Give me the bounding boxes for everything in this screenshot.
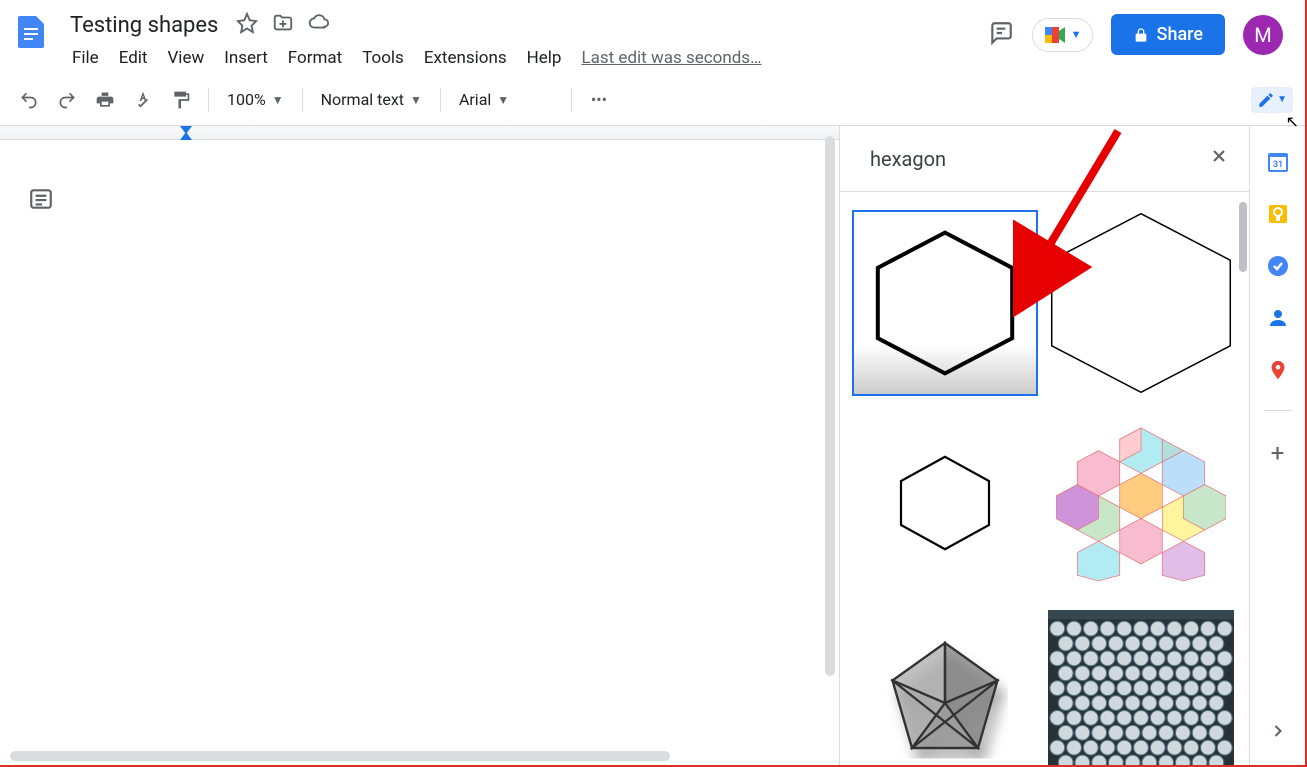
search-result-6[interactable] bbox=[1048, 610, 1234, 765]
lock-icon bbox=[1133, 27, 1149, 43]
menu-view[interactable]: View bbox=[159, 44, 212, 72]
menu-extensions[interactable]: Extensions bbox=[416, 44, 515, 72]
tasks-addon[interactable] bbox=[1266, 254, 1290, 278]
get-addons-button[interactable]: + bbox=[1271, 439, 1285, 467]
menu-insert[interactable]: Insert bbox=[216, 44, 276, 72]
menu-help[interactable]: Help bbox=[519, 44, 570, 72]
menu-tools[interactable]: Tools bbox=[354, 44, 412, 72]
pencil-icon bbox=[1257, 91, 1275, 109]
star-icon[interactable] bbox=[236, 12, 258, 38]
zoom-select[interactable]: 100%▼ bbox=[219, 90, 292, 109]
editing-mode-button[interactable]: ▼ ↖ bbox=[1251, 87, 1293, 113]
more-toolbar-button[interactable]: ••• bbox=[582, 83, 616, 117]
document-title[interactable]: Testing shapes bbox=[64, 11, 224, 40]
panel-scrollbar[interactable] bbox=[1239, 202, 1247, 272]
sidepanel-separator bbox=[1264, 410, 1292, 411]
docs-logo[interactable] bbox=[12, 8, 52, 56]
search-result-4[interactable] bbox=[1048, 410, 1234, 596]
menu-edit[interactable]: Edit bbox=[111, 44, 156, 72]
keep-addon[interactable] bbox=[1266, 202, 1290, 226]
open-comments-icon[interactable] bbox=[988, 20, 1014, 50]
search-result-1[interactable] bbox=[852, 210, 1038, 396]
paint-format-button[interactable] bbox=[164, 83, 198, 117]
calendar-addon[interactable]: 31 bbox=[1266, 150, 1290, 174]
move-icon[interactable] bbox=[272, 12, 294, 38]
vertical-scrollbar[interactable] bbox=[825, 136, 835, 676]
search-result-3[interactable] bbox=[852, 410, 1038, 596]
menu-file[interactable]: File bbox=[64, 44, 107, 72]
meet-button[interactable]: ▼ bbox=[1032, 18, 1093, 52]
horizontal-ruler[interactable] bbox=[0, 126, 839, 140]
font-select[interactable]: Arial▼ bbox=[451, 90, 561, 109]
chevron-down-icon: ▼ bbox=[1277, 94, 1287, 105]
account-avatar[interactable]: M bbox=[1243, 15, 1283, 55]
cloud-status-icon[interactable] bbox=[308, 12, 330, 38]
magnify-icon bbox=[1008, 362, 1030, 388]
meet-icon bbox=[1043, 25, 1067, 45]
close-icon bbox=[1209, 146, 1229, 166]
horizontal-scrollbar[interactable] bbox=[10, 751, 670, 761]
spellcheck-button[interactable] bbox=[126, 83, 160, 117]
redo-button[interactable] bbox=[50, 83, 84, 117]
last-edit-link[interactable]: Last edit was seconds… bbox=[581, 48, 761, 68]
indent-marker[interactable] bbox=[180, 126, 192, 140]
share-button[interactable]: Share bbox=[1111, 14, 1225, 55]
svg-text:31: 31 bbox=[1272, 160, 1282, 170]
search-term[interactable]: hexagon bbox=[870, 147, 1209, 171]
search-result-5[interactable] bbox=[852, 610, 1038, 765]
side-panel: 31 + bbox=[1249, 126, 1305, 765]
toolbar: 100%▼ Normal text▼ Arial▼ ••• ▼ ↖ bbox=[0, 74, 1305, 126]
collapse-sidepanel-button[interactable] bbox=[1268, 721, 1288, 745]
chevron-down-icon: ▼ bbox=[1071, 28, 1082, 41]
contacts-addon[interactable] bbox=[1266, 306, 1290, 330]
print-button[interactable] bbox=[88, 83, 122, 117]
search-result-2[interactable] bbox=[1048, 210, 1234, 396]
share-label: Share bbox=[1157, 24, 1203, 45]
close-panel-button[interactable] bbox=[1209, 146, 1229, 171]
maps-addon[interactable] bbox=[1266, 358, 1290, 382]
document-canvas[interactable] bbox=[0, 126, 839, 765]
style-select[interactable]: Normal text▼ bbox=[313, 90, 430, 109]
menu-format[interactable]: Format bbox=[280, 44, 350, 72]
image-search-panel: hexagon bbox=[839, 126, 1249, 765]
undo-button[interactable] bbox=[12, 83, 46, 117]
document-outline-button[interactable] bbox=[28, 186, 54, 216]
